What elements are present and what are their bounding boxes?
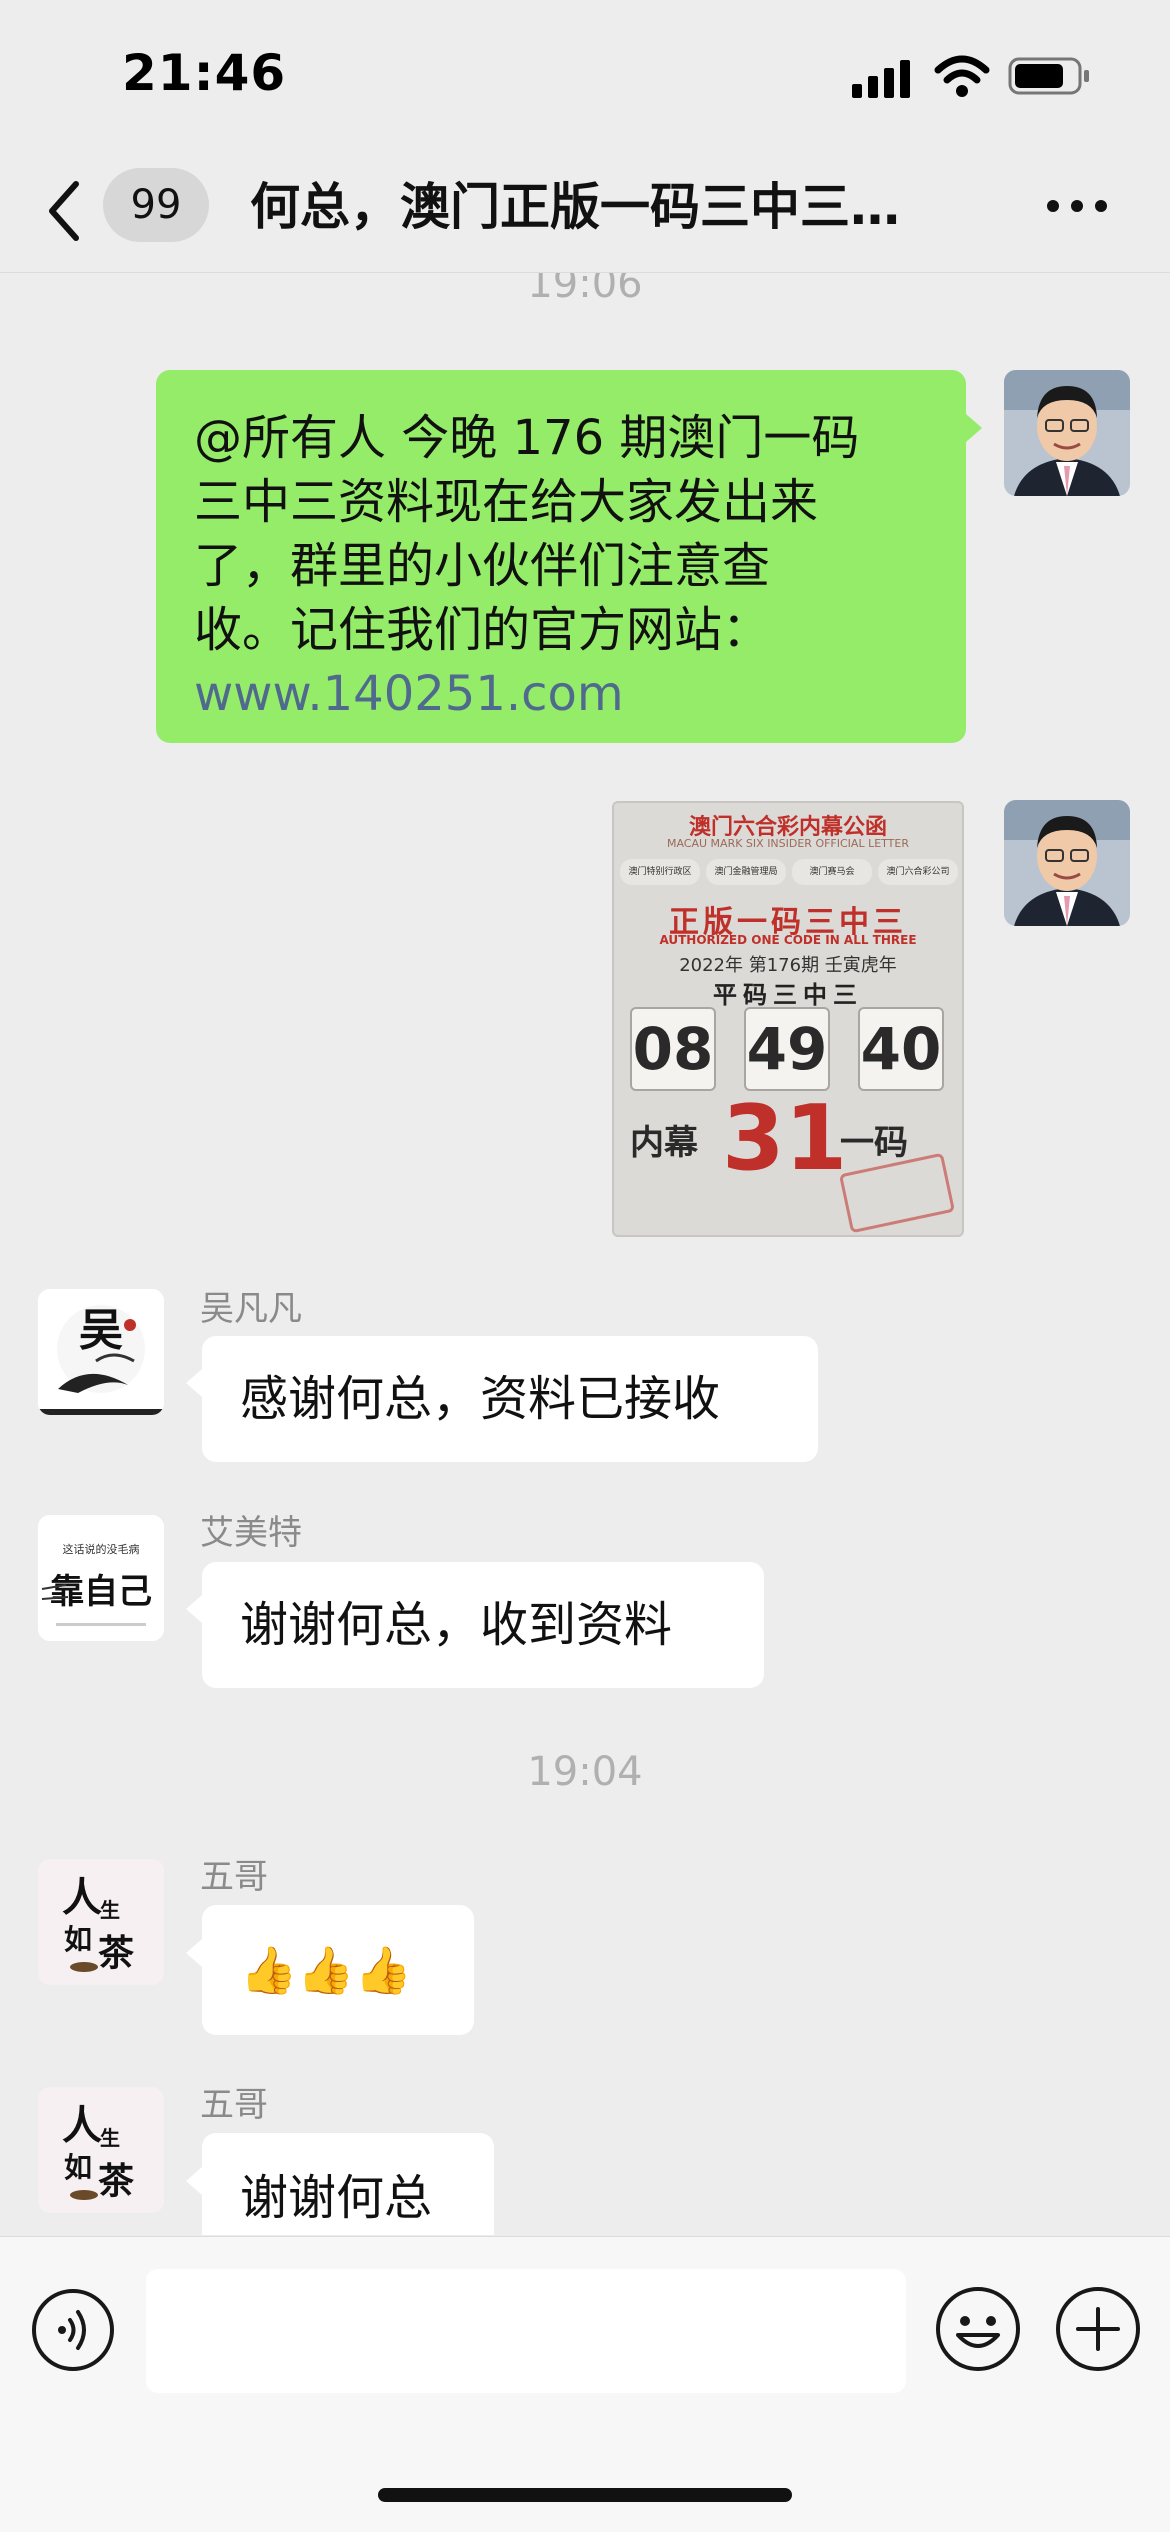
poster-inner-label: 一码 — [840, 1123, 908, 1163]
sender-name: 艾美特 — [200, 1513, 302, 1553]
poster-subtitle: MACAU MARK SIX INSIDER OFFICIAL LETTER — [666, 837, 909, 850]
poster-logo: 澳门六合彩公司 — [878, 859, 958, 885]
message-text: 谢谢何总，收到资料 — [240, 1597, 673, 1653]
svg-text:这话说的没毛病: 这话说的没毛病 — [63, 1542, 140, 1556]
received-message-bubble[interactable]: 👍👍👍 — [202, 1905, 474, 2035]
lottery-poster-image[interactable]: 澳门六合彩内幕公函 MACAU MARK SIX INSIDER OFFICIA… — [612, 801, 964, 1237]
time-divider: 19:04 — [527, 1749, 643, 1795]
avatar-wufanfan[interactable]: 吴 — [38, 1289, 164, 1415]
cellular-signal-icon — [852, 60, 910, 98]
poster-logos: 澳门特别行政区 澳门金融管理局 澳门赛马会 澳门六合彩公司 — [620, 859, 958, 889]
wifi-icon — [934, 55, 990, 97]
poster-stamp — [838, 1152, 956, 1234]
sender-name: 吴凡凡 — [200, 1289, 302, 1329]
poster-special-number: 31 — [722, 1086, 848, 1191]
message-input[interactable] — [146, 2269, 906, 2393]
avatar-wuge[interactable]: 人 生 如 茶 — [38, 2087, 164, 2213]
poster-headline-en: AUTHORIZED ONE CODE IN ALL THREE — [659, 933, 917, 947]
received-message-bubble[interactable]: 谢谢何总，收到资料 — [202, 1562, 764, 1688]
message-text-line: 收。记住我们的官方网站： — [194, 602, 771, 658]
avatar-aimeite[interactable]: 这话说的没毛病 靠自己 — [38, 1515, 164, 1641]
poster-flat-label: 平码三中三 — [713, 981, 863, 1009]
received-message-bubble[interactable]: 感谢何总，资料已接收 — [202, 1336, 818, 1462]
message-text-line: 三中三资料现在给大家发出来 — [194, 474, 819, 530]
svg-text:人: 人 — [62, 2102, 102, 2149]
svg-text:茶: 茶 — [98, 1932, 135, 1974]
svg-text:生: 生 — [100, 1898, 120, 1922]
chat-title: 何总，澳门正版一码三中三… — [250, 178, 900, 236]
svg-text:茶: 茶 — [98, 2160, 135, 2202]
message-text-line: @所有人 今晚 176 期澳门一码 — [194, 410, 860, 466]
sender-name: 五哥 — [200, 2085, 268, 2125]
home-indicator — [378, 2488, 792, 2502]
message-list[interactable]: 19:06 @所有人 今晚 176 期澳门一码 三中三资料现在给大家发出来 了，… — [0, 273, 1170, 2235]
emoji-icon[interactable] — [934, 2285, 1022, 2373]
svg-text:如: 如 — [64, 2151, 92, 2184]
chat-screen: 21:46 99 何总，澳门正版一码三中三… 19:06 @所有人 今晚 176… — [0, 0, 1170, 2532]
chat-header: 99 何总，澳门正版一码三中三… — [0, 150, 1170, 273]
bubble-tail — [186, 1369, 202, 1397]
bubble-tail — [186, 1595, 202, 1623]
sent-message-bubble[interactable]: @所有人 今晚 176 期澳门一码 三中三资料现在给大家发出来 了，群里的小伙伴… — [156, 370, 966, 743]
poster-number: 08 — [630, 1007, 716, 1091]
avatar-wuge[interactable]: 人 生 如 茶 — [38, 1859, 164, 1985]
poster-inner-label: 内幕 — [630, 1123, 698, 1163]
voice-icon[interactable] — [30, 2287, 116, 2373]
bubble-tail — [966, 414, 982, 442]
bubble-tail — [186, 2167, 202, 2195]
back-icon[interactable] — [40, 176, 90, 246]
svg-text:人: 人 — [62, 1874, 102, 1921]
time-divider: 19:06 — [527, 273, 643, 307]
battery-icon — [1008, 57, 1089, 95]
unread-count-badge[interactable]: 99 — [103, 168, 209, 242]
poster-number: 40 — [858, 1007, 944, 1091]
poster-logo: 澳门金融管理局 — [706, 859, 786, 885]
poster-number: 49 — [744, 1007, 830, 1091]
my-avatar[interactable] — [1004, 800, 1130, 926]
website-link[interactable]: www.140251.com — [194, 662, 928, 726]
poster-issue: 2022年 第176期 壬寅虎年 — [679, 955, 897, 976]
bubble-tail — [186, 1939, 202, 1967]
more-icon[interactable] — [1046, 198, 1108, 214]
poster-logo: 澳门赛马会 — [792, 859, 872, 885]
status-bar: 21:46 — [0, 0, 1170, 150]
svg-text:生: 生 — [100, 2126, 120, 2150]
status-time: 21:46 — [122, 44, 287, 102]
sender-name: 五哥 — [200, 1857, 268, 1897]
message-text: 感谢何总，资料已接收 — [240, 1371, 721, 1427]
received-message-bubble[interactable]: 谢谢何总 — [202, 2133, 494, 2235]
poster-logo: 澳门特别行政区 — [620, 859, 700, 885]
svg-text:靠自己: 靠自己 — [50, 1572, 152, 1612]
thumbs-up-emoji-text: 👍👍👍 — [240, 1943, 412, 1997]
plus-icon[interactable] — [1054, 2285, 1142, 2373]
my-avatar[interactable] — [1004, 370, 1130, 496]
message-text: 谢谢何总 — [240, 2170, 433, 2226]
message-text-line: 了，群里的小伙伴们注意查 — [194, 538, 771, 594]
svg-text:如: 如 — [64, 1923, 92, 1956]
avatar-glyph: 吴 — [79, 1305, 123, 1356]
